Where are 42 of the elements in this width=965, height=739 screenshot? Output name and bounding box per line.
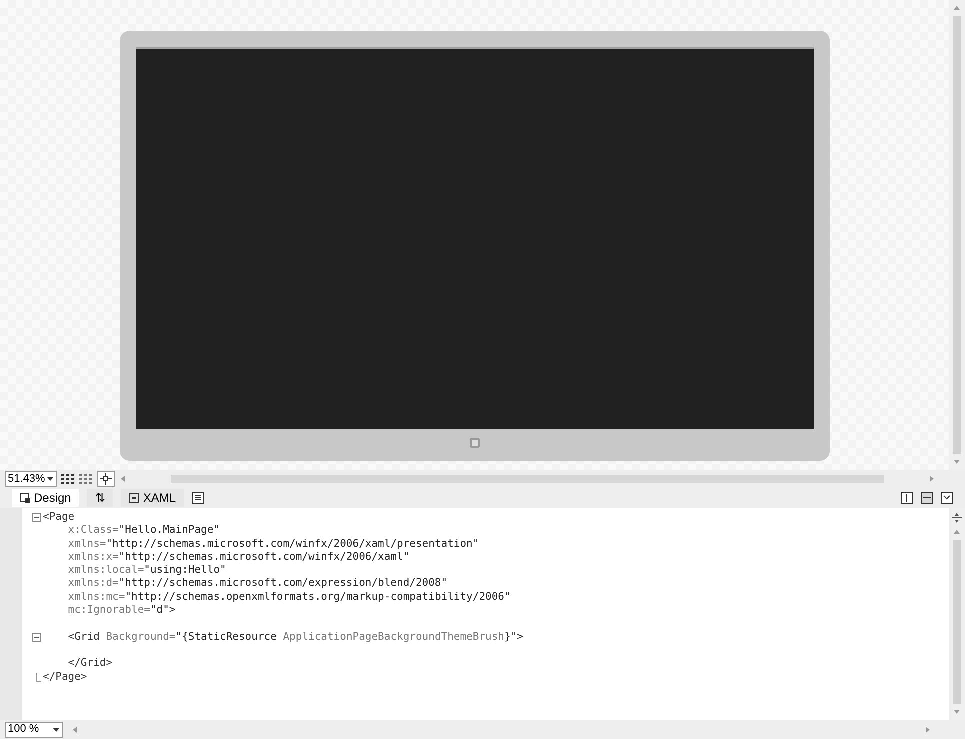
code-line: <Page xyxy=(43,511,75,524)
grid-icon[interactable] xyxy=(61,474,75,484)
split-view-button[interactable] xyxy=(901,492,913,504)
dropdown-caret-icon[interactable] xyxy=(47,477,54,481)
split-view-button[interactable] xyxy=(921,492,933,504)
code-line: </Page> xyxy=(43,670,88,684)
scroll-up-icon[interactable] xyxy=(953,4,961,12)
code-line: </Grid> xyxy=(67,657,113,671)
code-line: xmlns:local="using:Hello" xyxy=(67,564,226,578)
snap-grid-icon[interactable] xyxy=(79,474,93,484)
xaml-icon xyxy=(129,493,140,503)
code-line: xmlns:x="http://schemas.microsoft.com/winfx/2006/xaml" xyxy=(67,550,410,564)
code-line: xmlns:mc="http://schemas.openxmlformats.org/markup-compatibility/2006" xyxy=(67,590,511,604)
zoom-dropdown[interactable]: 51.43% xyxy=(5,471,57,487)
scroll-down-icon[interactable] xyxy=(953,458,961,466)
code-editor[interactable] xyxy=(22,508,949,720)
document-outline-icon[interactable] xyxy=(192,492,204,504)
split-view-button[interactable] xyxy=(941,492,953,504)
collapse-icon[interactable] xyxy=(32,632,41,642)
design-icon xyxy=(20,493,30,503)
horizontal-scrollbar[interactable] xyxy=(171,475,884,483)
snap-lines-icon[interactable] xyxy=(97,471,115,487)
collapse-icon[interactable] xyxy=(32,513,41,522)
dropdown-caret-icon[interactable] xyxy=(53,728,60,732)
scroll-left-icon[interactable] xyxy=(71,726,79,734)
scroll-right-icon[interactable] xyxy=(924,726,932,734)
scroll-up-icon[interactable] xyxy=(953,528,961,536)
code-line: <Grid Background="{StaticResource ApplicationPageBackgroundThemeBrush}"> xyxy=(67,630,524,644)
home-button-icon[interactable] xyxy=(470,438,480,448)
view-tab[interactable]: Design xyxy=(12,489,80,507)
code-line: x:Class="Hello.MainPage" xyxy=(67,524,220,538)
view-tab[interactable]: ⇅ xyxy=(87,489,114,507)
zoom-dropdown[interactable]: 100 % xyxy=(5,722,63,738)
code-line: xmlns="http://schemas.microsoft.com/winfx/2006/xaml/presentation" xyxy=(67,538,480,551)
scroll-down-icon[interactable] xyxy=(953,708,961,716)
code-line: mc:Ignorable="d"> xyxy=(67,604,176,618)
code-line: xmlns:d="http://schemas.microsoft.com/expression/blend/2008" xyxy=(67,577,448,591)
view-tab[interactable]: XAML xyxy=(121,489,184,507)
scroll-right-icon[interactable] xyxy=(928,475,936,483)
split-handle-icon[interactable] xyxy=(952,512,962,524)
scroll-left-icon[interactable] xyxy=(119,475,127,483)
collapse-pane-icon xyxy=(943,494,951,502)
